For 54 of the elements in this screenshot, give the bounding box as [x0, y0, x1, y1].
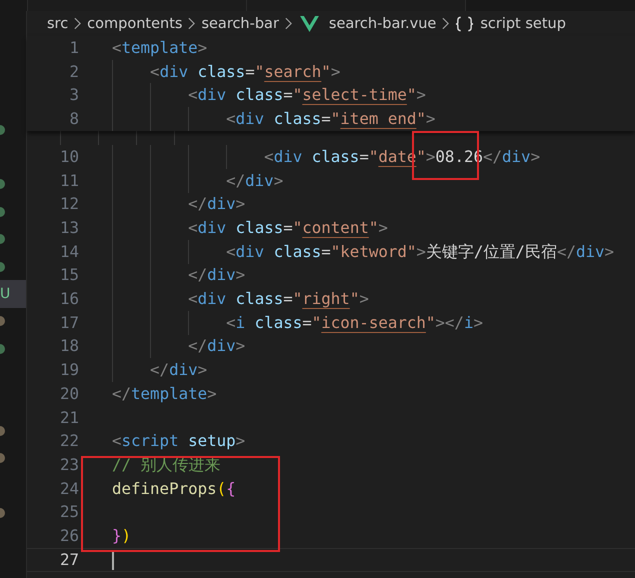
- chevron-icon: [442, 17, 450, 30]
- vue-icon: [300, 16, 319, 32]
- breadcrumb-item[interactable]: src: [47, 14, 68, 32]
- code-line: <script setup>: [112, 431, 246, 452]
- code-line: </div>: [225, 170, 284, 191]
- selected-file-row[interactable]: U: [0, 280, 26, 308]
- line-number: 3: [68, 85, 79, 106]
- code-line: <div class="item end">: [225, 108, 436, 129]
- git-status-letter: U: [0, 286, 10, 302]
- line-number: 17: [58, 312, 79, 333]
- line-number: 14: [58, 242, 79, 262]
- line-number: 25: [58, 502, 79, 522]
- line-number: 15: [58, 265, 79, 286]
- text-cursor: [112, 550, 114, 570]
- line-number: 10: [58, 146, 79, 167]
- line-number: 2: [68, 62, 79, 82]
- code-line: <div class="select-time">: [187, 85, 426, 106]
- line-number: 27: [58, 550, 79, 570]
- chevron-icon: [284, 17, 292, 30]
- chevron-icon: [188, 17, 196, 30]
- code-line: <div class="right">: [187, 289, 369, 310]
- line-number: 16: [58, 289, 79, 310]
- code-line: defineProps({: [112, 478, 236, 499]
- breadcrumb-item[interactable]: search-bar: [201, 14, 279, 32]
- code-line: <i class="icon-search"></i>: [225, 312, 483, 333]
- line-number: 19: [58, 360, 79, 380]
- code-line: <div class="ketword">关键字/位置/民宿</div>: [225, 242, 614, 262]
- code-line: </div>: [149, 360, 208, 380]
- line-number: 13: [58, 218, 79, 238]
- line-number: 26: [58, 526, 79, 546]
- code-line: </template>: [112, 384, 217, 404]
- code-line: </div>: [187, 194, 246, 214]
- line-number: 20: [58, 384, 79, 404]
- line-number: 24: [58, 478, 79, 499]
- line-number: 8: [68, 108, 79, 129]
- chevron-icon: [74, 17, 82, 30]
- line-number: 12: [58, 194, 79, 214]
- breadcrumb-item[interactable]: script setup: [480, 14, 566, 32]
- code-line: </div>: [187, 336, 246, 356]
- code-line: <div class="search">: [149, 62, 340, 82]
- line-number: 21: [58, 408, 79, 428]
- code-line: <div class="content">: [187, 218, 388, 238]
- line-number: 1: [68, 38, 79, 58]
- breadcrumb-item[interactable]: compontents: [87, 14, 182, 32]
- line-number: 22: [58, 431, 79, 452]
- breadcrumb-item[interactable]: search-bar.vue: [328, 14, 436, 32]
- code-line: </div>: [187, 265, 246, 286]
- braces-icon: [455, 16, 474, 32]
- code-line: <template>: [112, 38, 208, 58]
- code-line: }): [112, 526, 132, 546]
- line-number: 18: [58, 336, 79, 356]
- line-number: 23: [58, 454, 79, 475]
- code-line: // 别人传进来: [112, 454, 221, 475]
- line-number: 11: [58, 170, 79, 191]
